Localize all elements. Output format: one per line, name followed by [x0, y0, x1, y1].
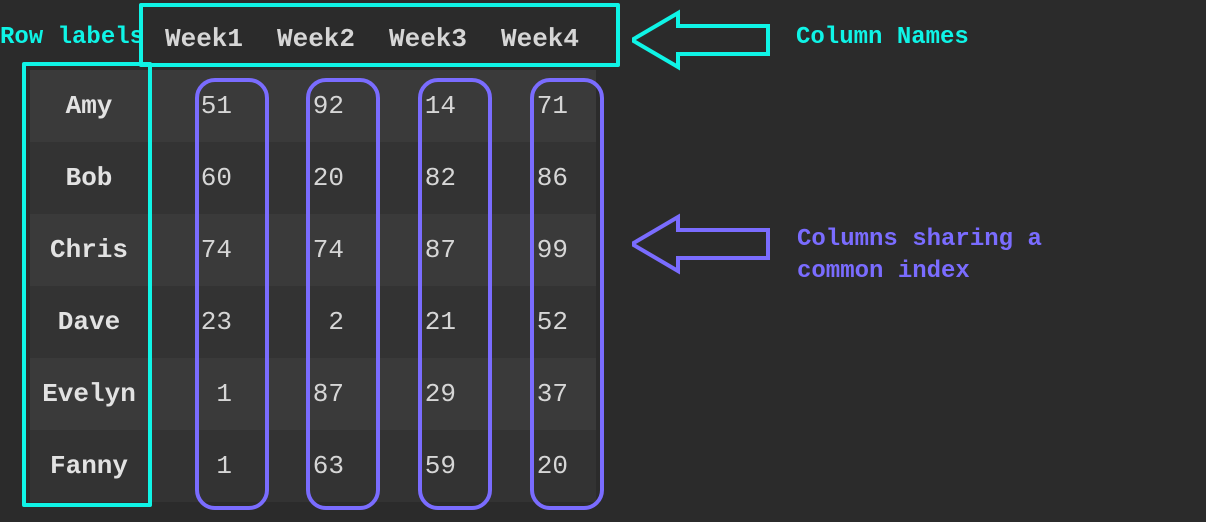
cell: 87	[372, 214, 484, 286]
cell: 20	[484, 430, 596, 502]
row-label: Fanny	[30, 430, 148, 502]
table-row: Chris 74 74 87 99	[30, 214, 596, 286]
col-header: Week4	[484, 8, 596, 70]
cell: 86	[484, 142, 596, 214]
cell: 29	[372, 358, 484, 430]
cell: 1	[148, 358, 260, 430]
table-row: Fanny 1 63 59 20	[30, 430, 596, 502]
table-row: Bob 60 20 82 86	[30, 142, 596, 214]
col-header: Week1	[148, 8, 260, 70]
cell: 2	[260, 286, 372, 358]
dataframe-table: Week1 Week2 Week3 Week4 Amy 51 92 14 71 …	[30, 8, 596, 502]
cell: 63	[260, 430, 372, 502]
arrow-columns-common-index	[632, 213, 772, 275]
arrow-column-names	[632, 9, 772, 71]
cell: 21	[372, 286, 484, 358]
row-label: Dave	[30, 286, 148, 358]
row-label: Chris	[30, 214, 148, 286]
cell: 60	[148, 142, 260, 214]
cell: 74	[260, 214, 372, 286]
table-row: Evelyn 1 87 29 37	[30, 358, 596, 430]
row-label: Evelyn	[30, 358, 148, 430]
table-row: Amy 51 92 14 71	[30, 70, 596, 142]
label-row-labels: Row labels	[0, 22, 144, 54]
cell: 71	[484, 70, 596, 142]
cell: 23	[148, 286, 260, 358]
row-label: Bob	[30, 142, 148, 214]
cell: 74	[148, 214, 260, 286]
cell: 92	[260, 70, 372, 142]
cell: 59	[372, 430, 484, 502]
row-label: Amy	[30, 70, 148, 142]
cell: 20	[260, 142, 372, 214]
diagram-stage: Week1 Week2 Week3 Week4 Amy 51 92 14 71 …	[0, 0, 1206, 522]
cell: 87	[260, 358, 372, 430]
cell: 99	[484, 214, 596, 286]
cell: 37	[484, 358, 596, 430]
cell: 82	[372, 142, 484, 214]
cell: 51	[148, 70, 260, 142]
cell: 1	[148, 430, 260, 502]
cell: 14	[372, 70, 484, 142]
table-row: Dave 23 2 21 52	[30, 286, 596, 358]
label-column-names: Column Names	[796, 22, 969, 54]
col-header: Week2	[260, 8, 372, 70]
label-columns-common-index: Columns sharing a common index	[797, 224, 1042, 289]
col-header: Week3	[372, 8, 484, 70]
cell: 52	[484, 286, 596, 358]
